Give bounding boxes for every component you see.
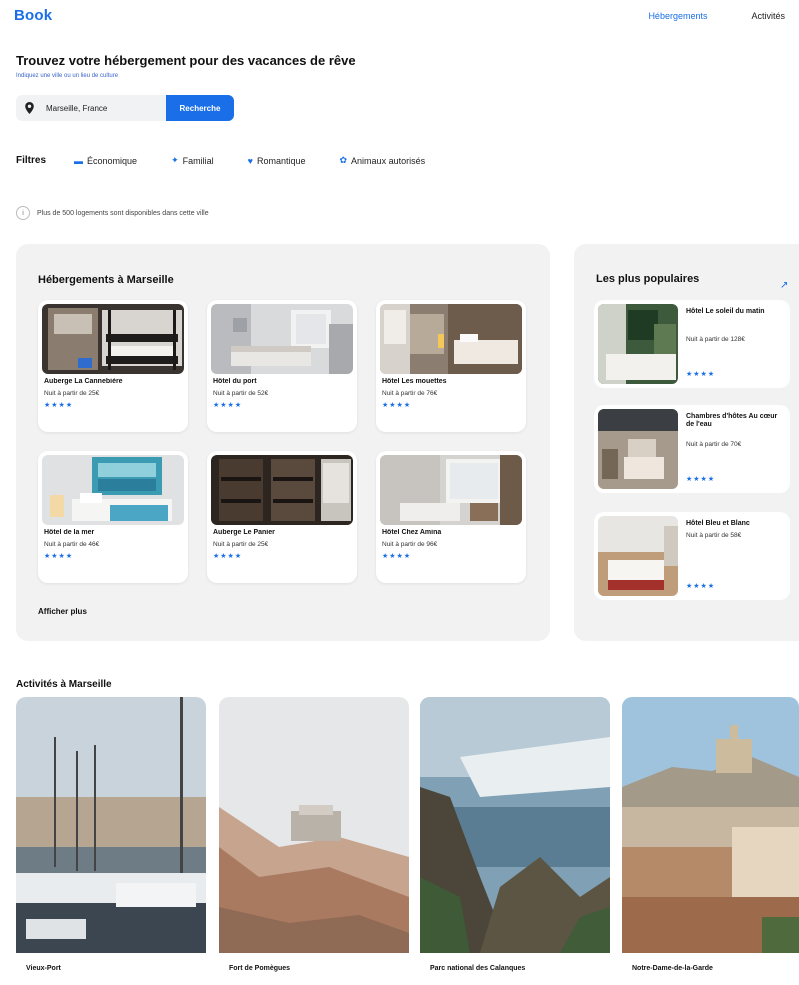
listing-name: Auberge Le Panier — [213, 529, 275, 536]
activity-name: Parc national des Calanques — [430, 965, 526, 972]
listing-photo — [211, 455, 353, 525]
listing-photo — [42, 304, 184, 374]
listing-price: Nuit à partir de 76€ — [382, 390, 438, 397]
nav-activites[interactable]: Activités — [751, 11, 785, 21]
listing-card[interactable]: Hôtel de la mer Nuit à partir de 46€ ★★★… — [38, 451, 188, 583]
filter-label: Familial — [182, 155, 214, 166]
main-nav: Hébergements Activités — [648, 11, 785, 21]
activity-photo — [622, 697, 799, 953]
popular-card[interactable]: Hôtel Bleu et Blanc Nuit à partir de 58€… — [594, 512, 790, 600]
popular-name: Hôtel Le soleil du matin — [686, 308, 765, 315]
filter-animaux[interactable]: ✿ Animaux autorisés — [340, 155, 426, 166]
listing-name: Hôtel du port — [213, 378, 257, 385]
activity-photo — [420, 697, 610, 953]
location-pin-icon — [25, 102, 34, 114]
rating-stars: ★★★★ — [382, 402, 412, 409]
activity-photo — [16, 697, 206, 953]
search-input[interactable] — [46, 103, 156, 113]
logo[interactable]: Book — [14, 7, 52, 24]
filter-label: Animaux autorisés — [351, 155, 426, 166]
money-icon: ▬ — [74, 155, 84, 166]
rating-stars: ★★★★ — [44, 402, 74, 409]
paw-icon: ✿ — [339, 155, 348, 165]
filter-label: Économique — [87, 155, 138, 166]
trend-icon[interactable]: ↗ — [780, 280, 788, 291]
filters-bar: Filtres ▬ Économique ✦ Familial ♥ Romant… — [16, 155, 459, 166]
popular-title: Les plus populaires — [596, 273, 700, 285]
info-notice: i Plus de 500 logements sont disponibles… — [16, 206, 209, 220]
filter-familial[interactable]: ✦ Familial — [171, 155, 214, 166]
filter-label: Romantique — [256, 155, 306, 166]
rating-stars: ★★★★ — [686, 583, 716, 590]
nav-hebergements[interactable]: Hébergements — [648, 11, 707, 21]
popular-price: Nuit à partir de 128€ — [686, 336, 745, 343]
listing-photo — [42, 455, 184, 525]
activity-name: Notre-Dame-de-la-Garde — [632, 965, 713, 972]
listing-name: Hôtel Les mouettes — [382, 378, 447, 385]
rating-stars: ★★★★ — [686, 476, 716, 483]
listing-card[interactable]: Auberge La Cannebière Nuit à partir de 2… — [38, 300, 188, 432]
popular-name: Chambres d'hôtes Au cœur de l'eau — [686, 413, 778, 428]
popular-price: Nuit à partir de 58€ — [686, 532, 742, 539]
popular-card[interactable]: Hôtel Le soleil du matin Nuit à partir d… — [594, 300, 790, 388]
listing-card[interactable]: Hôtel du port Nuit à partir de 52€ ★★★★ — [207, 300, 357, 432]
page-title: Trouvez votre hébergement pour des vacan… — [16, 53, 356, 68]
rating-stars: ★★★★ — [213, 402, 243, 409]
popular-name: Hôtel Bleu et Blanc — [686, 520, 750, 527]
rating-stars: ★★★★ — [382, 553, 412, 560]
show-more-link[interactable]: Afficher plus — [38, 607, 87, 616]
listings-panel: Hébergements à Marseille Auberge La Cann… — [16, 244, 550, 641]
family-icon: ✦ — [171, 155, 179, 165]
listing-price: Nuit à partir de 52€ — [213, 390, 269, 397]
search-bar: Recherche — [16, 95, 234, 121]
popular-panel: Les plus populaires ↗ Hôtel Le soleil du… — [574, 244, 799, 641]
activity-card[interactable]: Notre-Dame-de-la-Garde — [622, 697, 799, 985]
listing-photo — [380, 455, 522, 525]
activities-title: Activités à Marseille — [16, 679, 112, 690]
listing-photo — [211, 304, 353, 374]
listings-title: Hébergements à Marseille — [38, 274, 174, 286]
activity-name: Vieux-Port — [26, 965, 61, 972]
listing-name: Auberge La Cannebière — [44, 378, 123, 385]
filters-label: Filtres — [16, 155, 47, 166]
activity-card[interactable]: Vieux-Port — [16, 697, 206, 985]
listing-card[interactable]: Auberge Le Panier Nuit à partir de 25€ ★… — [207, 451, 357, 583]
popular-photo — [598, 409, 678, 489]
page-subtitle: Indiquez une ville ou un lieu de culture — [16, 73, 119, 79]
header: Book Hébergements Activités — [0, 0, 799, 36]
listing-price: Nuit à partir de 25€ — [213, 541, 269, 548]
listing-price: Nuit à partir de 46€ — [44, 541, 100, 548]
listing-price: Nuit à partir de 25€ — [44, 390, 100, 397]
filter-romantique[interactable]: ♥ Romantique — [248, 156, 306, 166]
listing-card[interactable]: Hôtel Les mouettes Nuit à partir de 76€ … — [376, 300, 526, 432]
popular-price: Nuit à partir de 70€ — [686, 441, 742, 448]
listing-card[interactable]: Hôtel Chez Amina Nuit à partir de 96€ ★★… — [376, 451, 526, 583]
listing-price: Nuit à partir de 96€ — [382, 541, 438, 548]
search-field[interactable] — [16, 95, 166, 121]
search-button[interactable]: Recherche — [166, 95, 234, 121]
filter-economique[interactable]: ▬ Économique — [74, 156, 137, 166]
heart-icon: ♥ — [247, 155, 253, 166]
rating-stars: ★★★★ — [44, 553, 74, 560]
listing-name: Hôtel Chez Amina — [382, 529, 442, 536]
activity-card[interactable]: Parc national des Calanques — [420, 697, 610, 985]
listing-photo — [380, 304, 522, 374]
info-icon: i — [16, 206, 30, 220]
rating-stars: ★★★★ — [686, 371, 716, 378]
info-text: Plus de 500 logements sont disponibles d… — [37, 209, 209, 217]
activity-card[interactable]: Fort de Pomègues — [219, 697, 409, 985]
popular-photo — [598, 516, 678, 596]
activity-name: Fort de Pomègues — [229, 965, 291, 972]
listing-name: Hôtel de la mer — [44, 529, 95, 536]
rating-stars: ★★★★ — [213, 553, 243, 560]
popular-card[interactable]: Chambres d'hôtes Au cœur de l'eau Nuit à… — [594, 405, 790, 493]
activity-photo — [219, 697, 409, 953]
popular-photo — [598, 304, 678, 384]
